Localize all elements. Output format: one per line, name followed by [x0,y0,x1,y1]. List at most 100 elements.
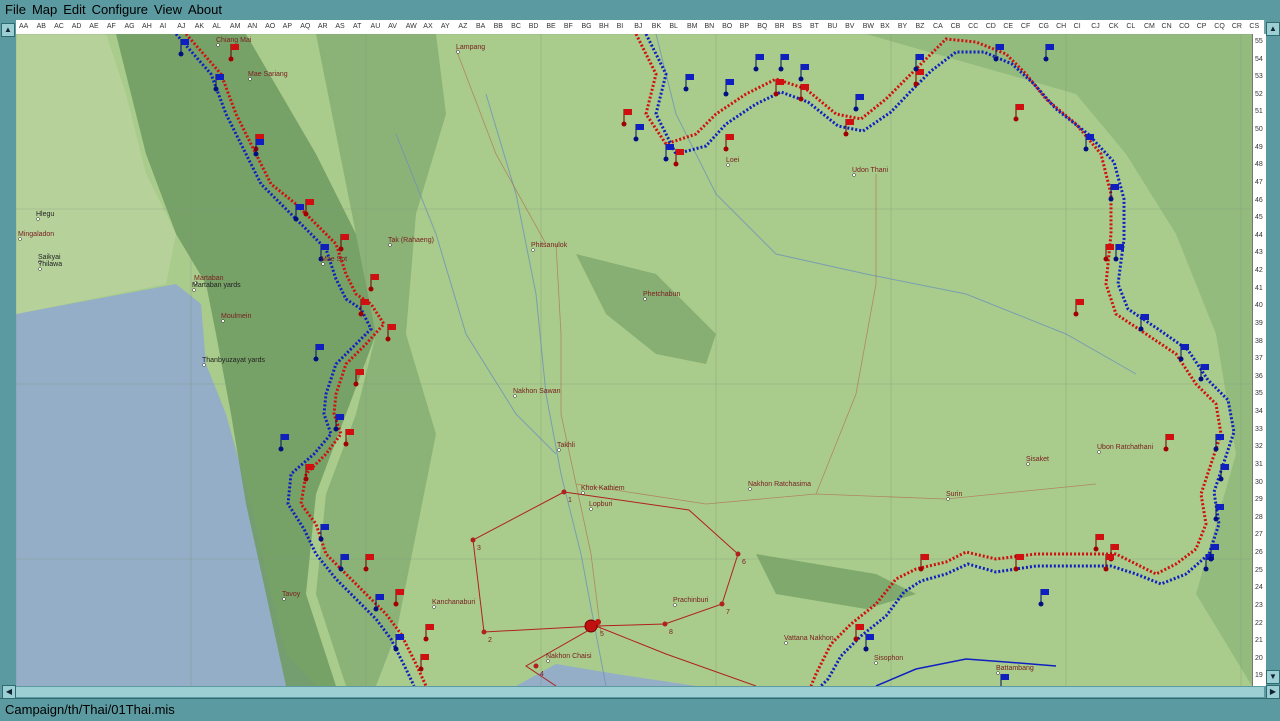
place-label[interactable]: Thilawa [38,261,62,268]
red-flag-icon[interactable] [921,554,929,560]
blue-flag-icon[interactable] [281,434,289,440]
horizontal-scroll-thumb[interactable] [16,687,1264,697]
place-label[interactable]: Surin [946,491,962,498]
scroll-up-left-icon[interactable]: ▲ [1,23,15,37]
place-label[interactable]: Lopburi [589,501,613,508]
place-label[interactable]: Khok Kathiem [581,485,625,492]
blue-flag-icon[interactable] [726,79,734,85]
blue-flag-icon[interactable] [256,139,264,145]
menu-file[interactable]: File [0,0,29,20]
blue-flag-icon[interactable] [1181,344,1189,350]
place-label[interactable]: Loei [726,157,740,164]
blue-flag-icon[interactable] [1216,504,1224,510]
blue-flag-icon[interactable] [181,39,189,45]
blue-flag-icon[interactable] [376,594,384,600]
blue-flag-icon[interactable] [316,344,324,350]
place-label[interactable]: Tak (Rahaeng) [388,237,434,244]
place-label[interactable]: Kanchanaburi [432,599,476,606]
place-label[interactable]: Mae Sariang [248,71,288,78]
blue-flag-icon[interactable] [341,554,349,560]
red-flag-icon[interactable] [1166,434,1174,440]
red-flag-icon[interactable] [421,654,429,660]
red-flag-icon[interactable] [801,84,809,90]
red-flag-icon[interactable] [306,464,314,470]
blue-flag-icon[interactable] [1221,464,1229,470]
map-svg[interactable]: 1 2 3 4 5 6 7 8 Lampang Mae Sariang Loei Udon Than… [16,34,1252,686]
red-flag-icon[interactable] [676,149,684,155]
place-label[interactable]: Nakhon Ratchasima [748,481,811,488]
place-label[interactable]: Prachinburi [673,597,709,604]
blue-flag-icon[interactable] [866,634,874,640]
blue-flag-icon[interactable] [1111,184,1119,190]
place-label[interactable]: Hlegu [36,211,54,218]
red-flag-icon[interactable] [1096,534,1104,540]
red-flag-icon[interactable] [371,274,379,280]
blue-flag-icon[interactable] [916,54,924,60]
red-flag-icon[interactable] [388,324,396,330]
waypoint-marker[interactable] [735,551,741,557]
blue-flag-icon[interactable] [1211,544,1219,550]
blue-flag-icon[interactable] [756,54,764,60]
blue-flag-icon[interactable] [1216,434,1224,440]
place-label[interactable]: Takhli [557,442,575,449]
blue-flag-icon[interactable] [1086,134,1094,140]
waypoint-marker[interactable] [561,489,567,495]
blue-flag-icon[interactable] [1141,314,1149,320]
waypoint-marker[interactable] [470,537,476,543]
blue-flag-icon[interactable] [801,64,809,70]
waypoint-marker[interactable] [719,601,725,607]
waypoint-marker[interactable] [481,629,487,635]
blue-flag-icon[interactable] [296,204,304,210]
red-flag-icon[interactable] [231,44,239,50]
map-canvas[interactable]: 1 2 3 4 5 6 7 8 Lampang Mae Sariang Loei Udon Than… [16,34,1252,686]
place-label[interactable]: Martaban yards [192,282,241,289]
red-flag-icon[interactable] [1106,554,1114,560]
vertical-scrollbar[interactable]: ▲ ▼ [1266,20,1280,686]
red-flag-icon[interactable] [1106,244,1114,250]
place-label[interactable]: Sisaket [1026,456,1049,463]
red-flag-icon[interactable] [624,109,632,115]
red-flag-icon[interactable] [1076,299,1084,305]
blue-flag-icon[interactable] [856,94,864,100]
red-flag-icon[interactable] [1016,104,1024,110]
place-label[interactable]: Battambang [996,665,1034,672]
blue-flag-icon[interactable] [1041,589,1049,595]
blue-flag-icon[interactable] [781,54,789,60]
place-label[interactable]: Mae Sot [321,256,347,263]
place-label[interactable]: Vattana Nakhon [784,635,834,642]
place-label[interactable]: Chiang Mai [216,37,252,44]
place-label[interactable]: Nakhon Chaisi [546,653,592,660]
menu-view[interactable]: View [151,0,185,20]
red-flag-icon[interactable] [341,234,349,240]
red-flag-icon[interactable] [846,119,854,125]
blue-flag-icon[interactable] [636,124,644,130]
place-label[interactable]: Sisophon [874,655,903,662]
red-flag-icon[interactable] [856,624,864,630]
red-flag-icon[interactable] [776,79,784,85]
blue-flag-icon[interactable] [396,634,404,640]
scroll-up-icon[interactable]: ▲ [1266,22,1280,36]
red-flag-icon[interactable] [1016,554,1024,560]
menu-edit[interactable]: Edit [60,0,88,20]
blue-flag-icon[interactable] [686,74,694,80]
red-flag-icon[interactable] [366,554,374,560]
blue-flag-icon[interactable] [1046,44,1054,50]
scroll-right-icon[interactable]: ▶ [1266,685,1280,699]
menu-about[interactable]: About [185,0,225,20]
scroll-down-icon[interactable]: ▼ [1266,670,1280,684]
place-label[interactable]: Tavoy [282,591,301,598]
red-flag-icon[interactable] [396,589,404,595]
blue-flag-icon[interactable] [321,244,329,250]
red-flag-icon[interactable] [726,134,734,140]
horizontal-scrollbar[interactable]: ◀ ▶ [0,685,1280,699]
red-flag-icon[interactable] [1111,544,1119,550]
place-label[interactable]: Moulmein [221,313,251,320]
red-flag-icon[interactable] [426,624,434,630]
blue-flag-icon[interactable] [1201,364,1209,370]
place-label[interactable]: Saikyai [38,254,61,261]
place-label[interactable]: Lampang [456,44,485,51]
waypoint-marker[interactable] [662,621,668,627]
blue-flag-icon[interactable] [666,144,674,150]
red-flag-icon[interactable] [361,299,369,305]
blue-flag-icon[interactable] [996,44,1004,50]
